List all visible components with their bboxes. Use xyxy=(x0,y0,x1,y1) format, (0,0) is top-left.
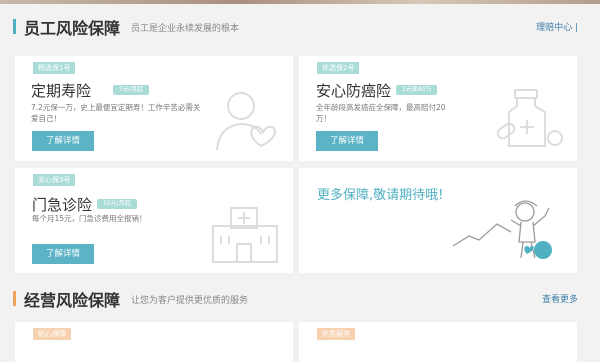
hospital-icon xyxy=(212,207,278,263)
product-name: 定期寿险 xyxy=(31,82,92,100)
more-coming-card: 更多保障,敬请期待哦! xyxy=(299,168,577,273)
product-tag: 优选保2号 xyxy=(317,62,360,74)
top-banner-strip xyxy=(0,0,600,4)
learn-more-button[interactable]: 了解详情 xyxy=(32,131,94,151)
section-accent-bar xyxy=(13,291,16,306)
price-badge: 7元/月起 xyxy=(113,85,149,95)
section-subtitle: 让您为客户提供更优质的服务 xyxy=(131,296,249,306)
product-tag: 优质服务 xyxy=(317,328,355,340)
product-description: 7.2元保一万，史上最便宜定期寿！工作辛苦必需关爱自己！ xyxy=(31,103,201,123)
learn-more-button[interactable]: 了解详情 xyxy=(32,244,94,264)
medicine-pills-icon xyxy=(496,89,563,147)
product-card-term-life[interactable]: 畅选保1号 定期寿险 7元/月起 7.2元保一万，史上最便宜定期寿！工作辛苦必需… xyxy=(15,56,293,161)
product-card-business-1[interactable]: 贴心保障 xyxy=(15,322,293,362)
product-description: 全年龄段高发癌症全保障，最高赔付20万！ xyxy=(316,103,446,123)
section-subtitle: 员工是企业永续发展的根本 xyxy=(131,24,240,34)
product-tag: 畅选保1号 xyxy=(33,62,76,74)
price-badge: 1元保40万 xyxy=(396,85,438,95)
product-card-cancer[interactable]: 优选保2号 安心防癌险 1元保40万 全年龄段高发癌症全保障，最高赔付20万！ … xyxy=(299,56,577,161)
product-description: 每个月15元，门急诊费用全报销！ xyxy=(32,214,147,223)
product-tag: 安心保3号 xyxy=(33,174,76,186)
claims-center-link[interactable]: 理赔中心 | xyxy=(536,20,578,33)
view-more-link[interactable]: 查看更多 xyxy=(542,292,578,305)
product-name: 门急诊险 xyxy=(32,196,93,214)
waving-person-icon xyxy=(452,200,552,259)
section-accent-bar xyxy=(13,19,16,34)
section-title: 经营风险保障 xyxy=(24,291,121,310)
more-coming-text: 更多保障,敬请期待哦! xyxy=(317,188,444,203)
section-header-business: 经营风险保障 让您为客户提供更优质的服务 查看更多 xyxy=(0,284,600,314)
learn-more-button[interactable]: 了解详情 xyxy=(316,131,378,151)
product-card-outpatient[interactable]: 安心保3号 门急诊险 15元/月起 每个月15元，门急诊费用全报销！ 了解详情 xyxy=(15,168,293,273)
product-tag: 贴心保障 xyxy=(33,328,71,340)
person-heart-icon xyxy=(216,92,277,151)
product-name: 安心防癌险 xyxy=(316,82,392,100)
product-card-business-2[interactable]: 优质服务 xyxy=(299,322,577,362)
section-title: 员工风险保障 xyxy=(24,19,121,38)
section-header-employee: 员工风险保障 员工是企业永续发展的根本 理赔中心 | xyxy=(0,12,600,42)
price-badge: 15元/月起 xyxy=(97,199,137,209)
